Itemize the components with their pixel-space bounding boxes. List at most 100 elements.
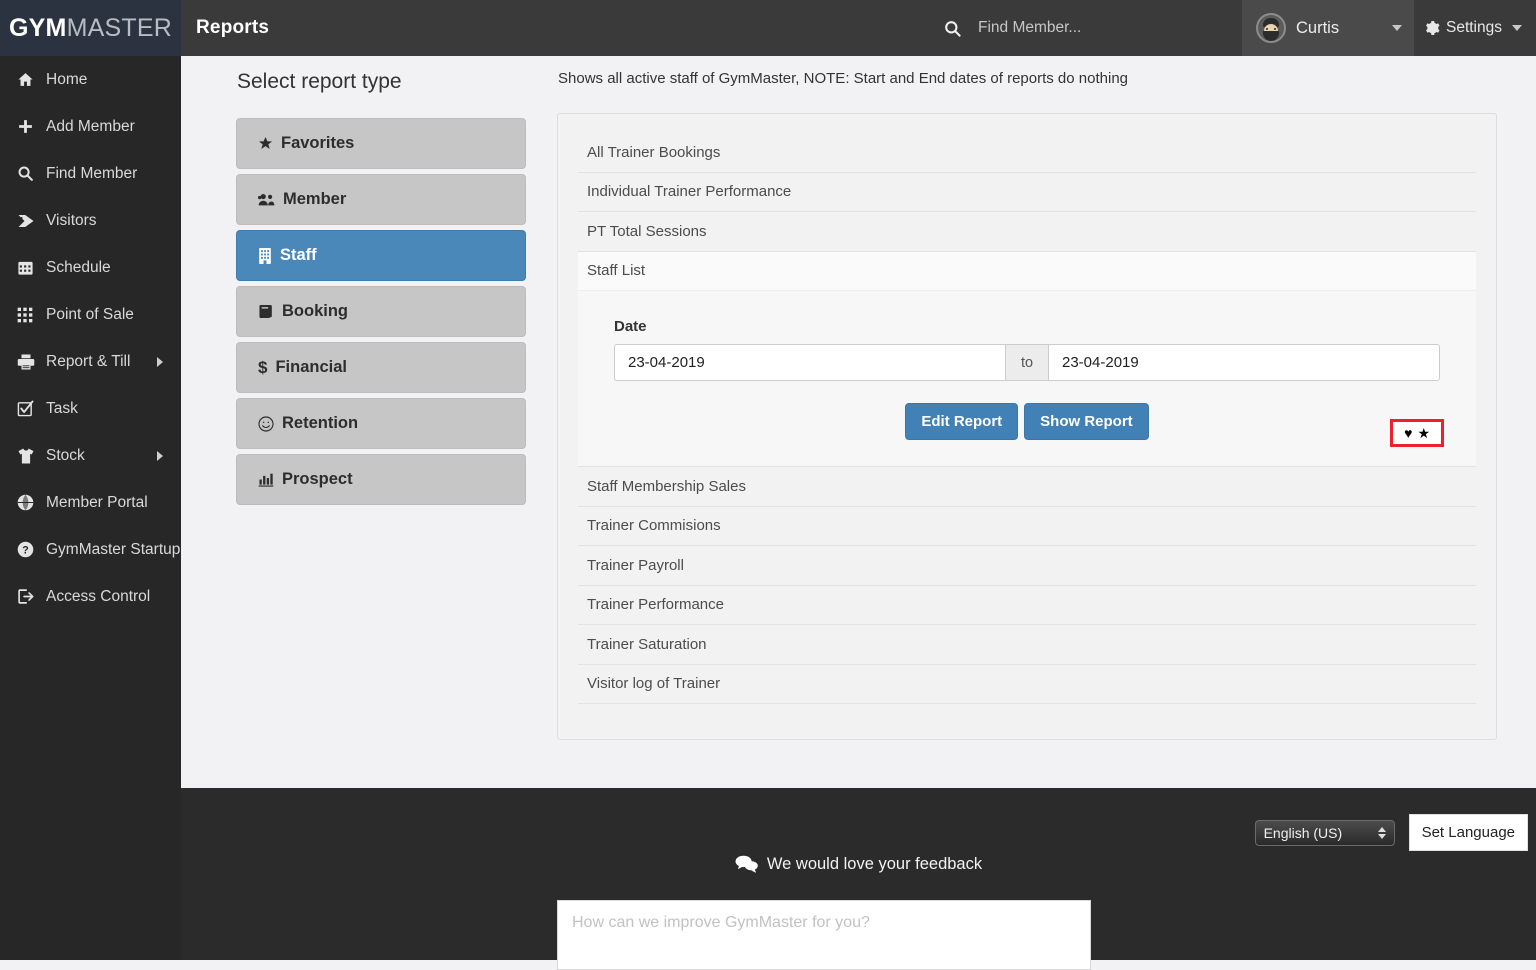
date-label: Date: [614, 318, 1476, 335]
report-type-favorites[interactable]: Favorites: [236, 118, 526, 169]
search-icon: [17, 165, 39, 182]
sidebar-item-label: Task: [46, 400, 78, 418]
heart-icon[interactable]: ♥: [1404, 426, 1412, 440]
sidebar-item-access-control[interactable]: Access Control: [0, 573, 181, 620]
select-report-type-heading: Select report type: [236, 70, 526, 94]
users-icon: [258, 192, 275, 207]
favorite-toggle-button[interactable]: ♥ ★: [1390, 419, 1444, 447]
sidebar-item-member-portal[interactable]: Member Portal: [0, 479, 181, 526]
building-icon: [258, 248, 272, 264]
report-type-label: Financial: [275, 358, 347, 377]
user-menu[interactable]: Curtis: [1242, 0, 1414, 56]
sign-out-icon: [17, 588, 39, 605]
brand-logo[interactable]: GYMMASTER: [0, 0, 181, 56]
report-type-member[interactable]: Member: [236, 174, 526, 225]
brand-gym: GYM: [9, 14, 67, 42]
report-row[interactable]: Individual Trainer Performance: [578, 173, 1476, 213]
report-type-financial[interactable]: $ Financial: [236, 342, 526, 393]
bar-chart-icon: [258, 472, 274, 487]
sidebar-item-find-member[interactable]: Find Member: [0, 150, 181, 197]
report-type-column: Select report type Favorites Member Staf…: [236, 70, 526, 510]
report-type-prospect[interactable]: Prospect: [236, 454, 526, 505]
feedback-title-text: We would love your feedback: [767, 855, 982, 874]
report-row[interactable]: Staff Membership Sales: [578, 467, 1476, 507]
sidebar-item-home[interactable]: Home: [0, 56, 181, 103]
sidebar-item-label: Access Control: [46, 588, 150, 606]
main-content: Select report type Favorites Member Staf…: [181, 56, 1536, 788]
report-type-booking[interactable]: Booking: [236, 286, 526, 337]
sidebar-item-point-of-sale[interactable]: Point of Sale: [0, 291, 181, 338]
sidebar-item-label: Schedule: [46, 259, 111, 277]
date-from-input[interactable]: [614, 344, 1006, 381]
plus-icon: [17, 118, 39, 135]
page-title: Reports: [196, 17, 269, 39]
brand-text: GYMMASTER: [9, 14, 172, 43]
spinner-arrows-icon[interactable]: [1378, 827, 1386, 839]
report-type-label: Member: [283, 190, 346, 209]
sidebar-item-add-member[interactable]: Add Member: [0, 103, 181, 150]
gear-icon: [1424, 20, 1440, 36]
question-circle-icon: ?: [17, 541, 39, 558]
sidebar-item-report-till[interactable]: Report & Till: [0, 338, 181, 385]
reports-column: Shows all active staff of GymMaster, NOT…: [557, 70, 1497, 740]
language-select-value: English (US): [1264, 825, 1343, 841]
sidebar-item-schedule[interactable]: Schedule: [0, 244, 181, 291]
show-report-button[interactable]: Show Report: [1024, 403, 1149, 440]
date-separator-label: to: [1006, 344, 1048, 381]
star-icon[interactable]: ★: [1417, 426, 1430, 440]
report-row[interactable]: Trainer Performance: [578, 586, 1476, 626]
printer-icon: [17, 353, 39, 371]
report-row[interactable]: PT Total Sessions: [578, 212, 1476, 252]
report-type-label: Booking: [282, 302, 348, 321]
set-language-button[interactable]: Set Language: [1409, 814, 1528, 851]
report-type-staff[interactable]: Staff: [236, 230, 526, 281]
report-row[interactable]: Trainer Payroll: [578, 546, 1476, 586]
sidebar: Home Add Member Find Member Visitors Sch…: [0, 56, 181, 960]
report-type-retention[interactable]: Retention: [236, 398, 526, 449]
settings-label: Settings: [1446, 19, 1502, 37]
chevron-down-icon[interactable]: [1392, 25, 1402, 31]
dollar-icon: $: [258, 358, 267, 378]
date-to-input[interactable]: [1048, 344, 1440, 381]
search-icon[interactable]: [943, 19, 962, 38]
chevron-right-icon[interactable]: [157, 451, 163, 461]
sidebar-item-label: Find Member: [46, 165, 137, 183]
sidebar-item-task[interactable]: Task: [0, 385, 181, 432]
report-actions: Edit Report Show Report ♥ ★: [578, 403, 1476, 440]
settings-chevron-down-icon[interactable]: [1512, 25, 1522, 31]
language-select[interactable]: English (US): [1255, 820, 1395, 846]
check-square-icon: [17, 400, 39, 417]
report-row[interactable]: Trainer Saturation: [578, 625, 1476, 665]
footer: English (US) Set Language We would love …: [181, 788, 1536, 960]
report-type-label: Staff: [280, 246, 317, 265]
sidebar-item-label: Stock: [46, 447, 85, 465]
avatar: [1256, 13, 1286, 43]
sidebar-item-visitors[interactable]: Visitors: [0, 197, 181, 244]
sidebar-item-label: Point of Sale: [46, 306, 134, 324]
report-row[interactable]: Trainer Commisions: [578, 507, 1476, 547]
search-input[interactable]: [978, 19, 1228, 37]
header-search[interactable]: [943, 19, 1228, 38]
calendar-icon: [17, 259, 39, 276]
book-icon: [258, 304, 274, 319]
globe-icon: [17, 494, 39, 511]
report-row[interactable]: All Trainer Bookings: [578, 133, 1476, 173]
sidebar-item-label: Member Portal: [46, 494, 148, 512]
edit-report-button[interactable]: Edit Report: [905, 403, 1018, 440]
sidebar-item-gymmaster-startup[interactable]: ? GymMaster Startup: [0, 526, 181, 573]
report-list-panel: All Trainer Bookings Individual Trainer …: [557, 113, 1497, 740]
report-type-label: Retention: [282, 414, 358, 433]
settings-menu[interactable]: Settings: [1414, 19, 1536, 37]
report-row[interactable]: Visitor log of Trainer: [578, 665, 1476, 705]
report-options-panel: Date to Edit Report Show Report ♥ ★: [578, 291, 1476, 467]
smile-icon: [258, 416, 274, 432]
home-icon: [17, 71, 39, 88]
sidebar-item-label: Add Member: [46, 118, 135, 136]
chevron-right-icon[interactable]: [157, 357, 163, 367]
comments-icon: [735, 854, 759, 874]
report-row-staff-list[interactable]: Staff List: [578, 252, 1476, 292]
sidebar-item-stock[interactable]: Stock: [0, 432, 181, 479]
report-type-label: Prospect: [282, 470, 353, 489]
date-range-row: to: [614, 344, 1440, 381]
svg-text:?: ?: [22, 544, 28, 556]
